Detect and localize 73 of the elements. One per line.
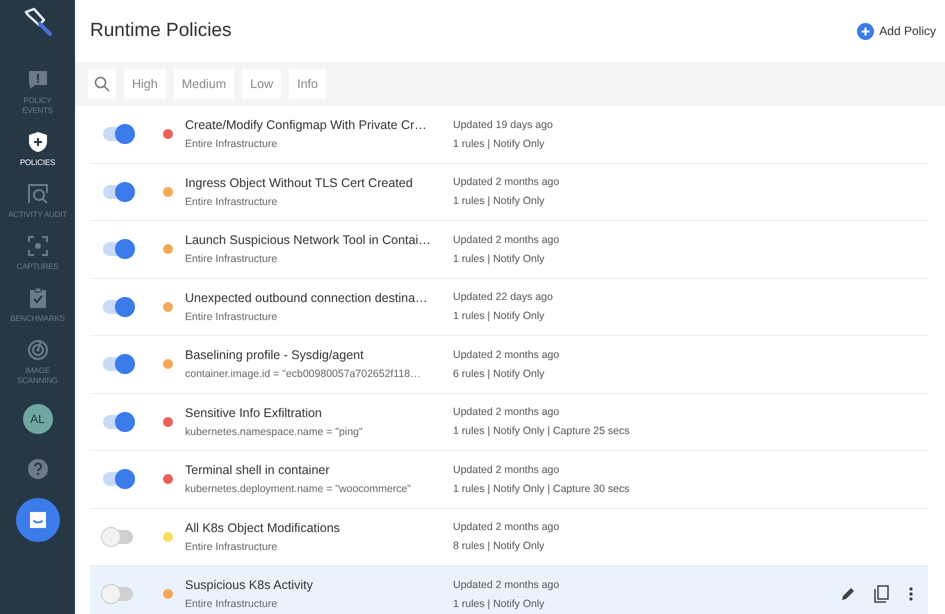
severity-filter[interactable]: High — [124, 69, 166, 99]
toggle-switch[interactable] — [103, 472, 133, 486]
policy-scope: Entire Infrastructure — [185, 540, 278, 553]
updated-time: Updated 2 months ago — [453, 521, 560, 534]
policy-row[interactable]: Create/Modify Configmap With Private Cr… Entire Infrastructure Updated 19 days ago 1 rules | Notify Only — [90, 106, 928, 164]
policy-title: Baselining profile - Sysdig/agent — [185, 348, 365, 362]
policy-scope: Entire Infrastructure — [185, 196, 278, 208]
policy-row[interactable]: Ingress Object Without TLS Cert Created Entire Infrastructure Updated 2 months ago 1 rules | Notify Only — [90, 164, 928, 221]
policy-title: Ingress Object Without TLS Cert Created — [185, 176, 414, 190]
rules-summary: 1 rules | Notify Only | Capture 25 secs — [453, 425, 630, 438]
severity-filter[interactable]: Low — [242, 69, 282, 99]
policy-scope: Entire Infrastructure — [185, 310, 278, 323]
policy-scope: Entire Infrastructure — [185, 598, 278, 610]
policy-title: All K8s Object Modifications — [185, 520, 341, 535]
updated-time: Updated 2 months ago — [453, 578, 560, 591]
policy-row[interactable]: Sensitive Info Exfiltration kubernetes.namespace.name = "ping" Updated 2 months ago 1 rules | Notify Only | Capture 25 secs — [90, 394, 928, 451]
rules-summary: 1 rules | Notify Only — [453, 195, 546, 208]
magnifier-frame-icon — [26, 182, 50, 206]
policy-row[interactable]: Baselining profile - Sysdig/agent container.image.id = "ecb00980057a702652f118… Updated 2 months ago 6 rules | Notify Only — [90, 336, 928, 394]
updated-time: Updated 2 months ago — [453, 348, 560, 361]
toggle-switch[interactable] — [103, 127, 133, 142]
copy-icon[interactable] — [874, 585, 890, 604]
toggle-switch[interactable] — [103, 357, 133, 372]
updated-time: Updated 19 days ago — [453, 118, 554, 131]
user-avatar[interactable]: AL — [22, 404, 52, 434]
toggle-switch[interactable] — [103, 300, 133, 314]
policy-row[interactable]: Terminal shell in container kubernetes.deployment.name = "woocommerce" Updated 2 months ago 1 rules | Notify Only | Capture 30 secs — [90, 451, 928, 508]
policy-scope: Entire Infrastructure — [185, 253, 278, 266]
rules-summary: 8 rules | Notify Only — [453, 540, 546, 552]
policy-title: Terminal shell in container — [185, 463, 331, 478]
add-policy-button[interactable]: Add Policy — [857, 22, 936, 40]
plus-circle-icon — [857, 22, 874, 40]
toggle-switch[interactable] — [103, 184, 133, 199]
severity-filter[interactable]: Info — [289, 69, 326, 99]
rules-summary: 1 rules | Notify Only — [453, 310, 546, 322]
updated-time: Updated 2 months ago — [453, 176, 560, 188]
rules-summary: 1 rules | Notify Only — [453, 598, 546, 610]
chat-button[interactable] — [16, 498, 60, 542]
policy-title: Create/Modify Configmap With Private Cr… — [185, 118, 428, 132]
rules-summary: 6 rules | Notify Only — [453, 368, 546, 380]
policy-scope: kubernetes.deployment.name = "woocommerce" — [185, 483, 412, 496]
policy-row[interactable]: Unexpected outbound connection destina… Entire Infrastructure Updated 22 days ago 1 rules | Notify Only — [90, 278, 928, 336]
updated-time: Updated 2 months ago — [453, 234, 560, 246]
policy-row[interactable]: Suspicious K8s Activity Entire Infrastructure Updated 2 months ago 1 rules | Notify Only — [90, 566, 928, 614]
rules-summary: 1 rules | Notify Only — [453, 252, 546, 265]
toggle-switch[interactable] — [103, 587, 133, 602]
policy-title: Sensitive Info Exfiltration — [185, 406, 323, 420]
toggle-switch[interactable] — [103, 530, 133, 544]
updated-time: Updated 2 months ago — [453, 406, 560, 418]
severity-filter[interactable]: Medium — [174, 69, 234, 99]
page-title: Runtime Policies — [90, 20, 232, 42]
policy-title: Suspicious K8s Activity — [185, 578, 314, 592]
rules-summary: 1 rules | Notify Only — [453, 138, 546, 150]
focus-frame-icon — [26, 234, 50, 258]
more-icon[interactable] — [908, 586, 914, 602]
policy-scope: kubernetes.namespace.name = "ping" — [185, 426, 364, 438]
shovel-logo-icon — [22, 6, 54, 38]
toggle-switch[interactable] — [103, 242, 133, 256]
help-icon[interactable] — [26, 458, 48, 480]
search-icon — [94, 76, 110, 92]
toggle-switch[interactable] — [103, 414, 133, 429]
rules-summary: 1 rules | Notify Only | Capture 30 secs — [453, 482, 630, 495]
policy-scope: Entire Infrastructure — [185, 138, 278, 150]
search-button[interactable] — [88, 69, 116, 99]
edit-icon[interactable] — [840, 586, 856, 602]
updated-time: Updated 22 days ago — [453, 291, 554, 304]
nav-item[interactable]: POLICIES — [8, 130, 68, 168]
radar-icon — [26, 338, 50, 362]
policy-scope: container.image.id = "ecb00980057a702652f118… — [185, 368, 422, 380]
policy-title: Launch Suspicious Network Tool in Contai… — [185, 233, 432, 248]
policy-row[interactable]: Launch Suspicious Network Tool in Contai… Entire Infrastructure Updated 2 months ago 1 rules | Notify Only — [90, 221, 928, 278]
policy-title: Unexpected outbound connection destina… — [185, 290, 429, 305]
updated-time: Updated 2 months ago — [453, 464, 560, 476]
